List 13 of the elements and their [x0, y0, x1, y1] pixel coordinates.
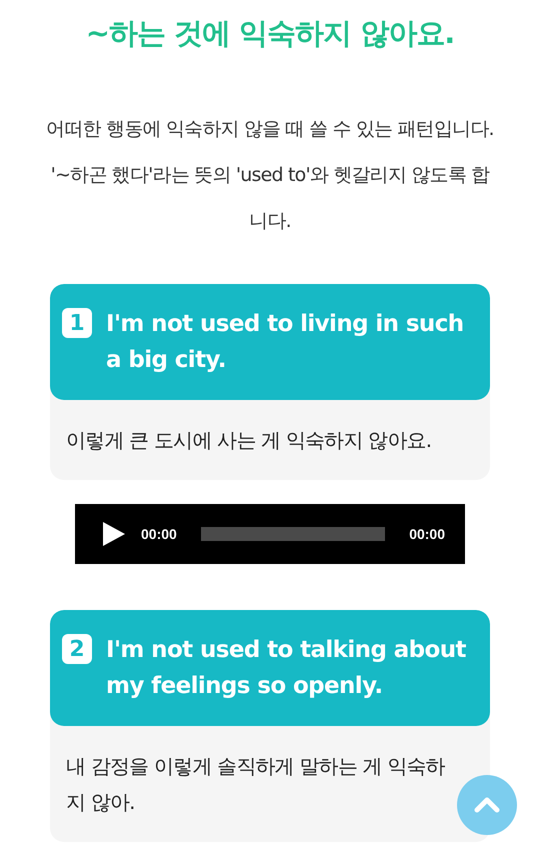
korean-translation: 내 감정을 이렇게 솔직하게 말하는 게 익숙하지 않아. [65, 753, 446, 816]
english-sentence: I'm not used to talking about my feelings so openly. [106, 636, 467, 701]
current-time: 00:00 [141, 526, 177, 542]
korean-translation: 이렇게 큰 도시에 사는 게 익숙하지 않아요. [65, 427, 432, 454]
number-badge: 1 [62, 308, 92, 338]
section-heading: ~하는 것에 익숙하지 않아요. [86, 15, 454, 52]
chevron-up-icon [474, 797, 500, 813]
number-badge: 2 [62, 634, 92, 664]
play-icon[interactable] [103, 522, 125, 546]
english-sentence: I'm not used to living in such a big city. [106, 310, 465, 375]
seek-bar[interactable] [200, 527, 386, 541]
intro-paragraph: 어떠한 행동에 익숙하지 않을 때 쓸 수 있는 패턴입니다. '~하곤 했다'라는 뜻의 'used to'와 헷갈리지 않도록 합니다. [45, 117, 495, 234]
duration-time: 00:00 [409, 526, 445, 542]
